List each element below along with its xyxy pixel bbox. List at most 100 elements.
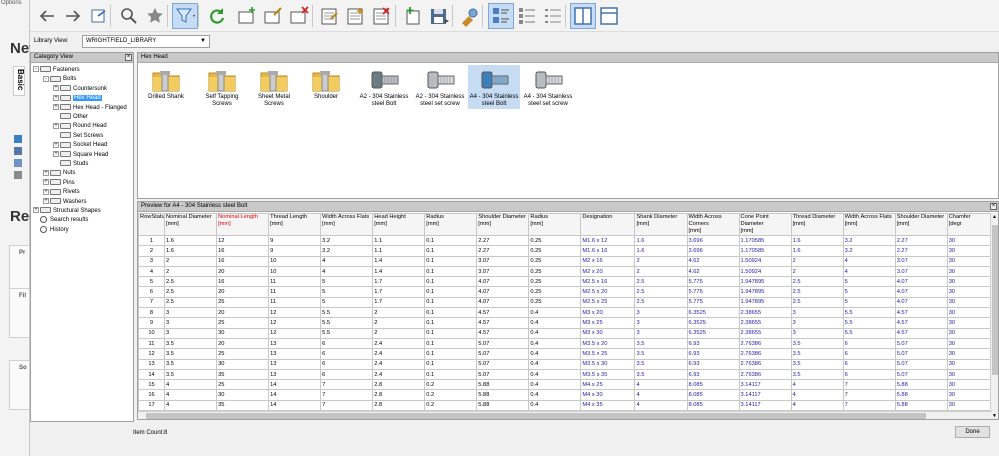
scroll-thumb[interactable] bbox=[146, 413, 926, 419]
table-cell[interactable]: 4.57 bbox=[894, 317, 948, 329]
table-cell[interactable]: 2.5 bbox=[790, 296, 844, 309]
table-cell[interactable]: 4.07 bbox=[476, 296, 530, 309]
table-cell[interactable]: 4 bbox=[164, 379, 218, 391]
table-cell[interactable]: 0.1 bbox=[424, 348, 478, 360]
table-cell[interactable]: 0.2 bbox=[424, 379, 478, 391]
row-status-cell[interactable]: 3 bbox=[138, 255, 166, 267]
table-cell[interactable]: 1.947895 bbox=[738, 276, 792, 288]
table-cell[interactable]: 0.4 bbox=[528, 379, 582, 391]
table-cell[interactable]: 2.76386 bbox=[738, 337, 792, 350]
table-cell[interactable]: 3.2 bbox=[320, 234, 374, 247]
table-cell[interactable]: 7 bbox=[320, 399, 374, 411]
forward-arrow-icon[interactable] bbox=[60, 3, 86, 29]
back-arrow-icon[interactable] bbox=[34, 3, 60, 29]
table-cell[interactable]: 16 bbox=[216, 245, 270, 257]
table-cell[interactable]: 5.88 bbox=[894, 389, 948, 401]
table-cell[interactable]: 1.947895 bbox=[738, 296, 792, 309]
table-cell[interactable]: 2.4 bbox=[372, 337, 426, 350]
row-status-cell[interactable]: 5 bbox=[138, 276, 166, 288]
expand-icon[interactable]: + bbox=[43, 169, 49, 176]
table-cell[interactable]: 0.4 bbox=[528, 368, 582, 381]
table-cell[interactable]: 4.07 bbox=[476, 286, 530, 298]
table-cell[interactable]: 1.50924 bbox=[738, 265, 792, 278]
tree-item[interactable]: Studs bbox=[53, 160, 88, 169]
row-status-cell[interactable]: 7 bbox=[138, 296, 166, 309]
close-icon[interactable]: × bbox=[990, 203, 997, 210]
table-cell[interactable]: 3 bbox=[164, 317, 218, 329]
table-cell[interactable]: 1.6 bbox=[790, 234, 844, 247]
table-cell[interactable]: 5.5 bbox=[320, 327, 374, 339]
table-cell[interactable]: 0.4 bbox=[528, 348, 582, 360]
single-pane-icon[interactable] bbox=[596, 3, 622, 29]
table-cell[interactable]: 6 bbox=[842, 337, 896, 350]
delete-item-icon[interactable] bbox=[368, 3, 394, 29]
table-cell[interactable]: 2 bbox=[790, 265, 844, 278]
table-cell[interactable]: 0.25 bbox=[528, 234, 582, 247]
table-cell[interactable]: 25 bbox=[216, 348, 270, 360]
column-header[interactable]: Radius [mm] bbox=[424, 213, 478, 236]
table-cell[interactable]: 0.25 bbox=[528, 265, 582, 278]
table-cell[interactable]: 8.085 bbox=[686, 399, 740, 411]
edit-category-icon[interactable] bbox=[260, 3, 286, 29]
expand-icon[interactable]: + bbox=[53, 122, 59, 129]
table-cell[interactable]: 3.07 bbox=[476, 265, 530, 278]
table-cell[interactable]: 4 bbox=[320, 255, 374, 267]
table-cell[interactable]: 3.14117 bbox=[738, 399, 792, 411]
table-cell[interactable]: 2 bbox=[790, 255, 844, 267]
table-cell[interactable]: 2.4 bbox=[372, 358, 426, 370]
table-cell[interactable]: 0.2 bbox=[424, 399, 478, 411]
table-row[interactable]: 13 3.5 30 13 6 2.4 0.1 5.07 0.4 M3.5 x 30 3.5 6.93 2… bbox=[138, 358, 992, 370]
table-cell[interactable]: 0.2 bbox=[424, 389, 478, 401]
table-cell[interactable]: 2 bbox=[164, 255, 218, 267]
tree-item[interactable]: + Pins bbox=[43, 179, 75, 188]
table-cell[interactable]: 30 bbox=[946, 265, 992, 278]
table-cell[interactable]: 12 bbox=[268, 307, 322, 319]
table-cell[interactable]: 1.4 bbox=[372, 265, 426, 278]
table-cell[interactable]: 4 bbox=[634, 389, 688, 401]
table-cell[interactable]: 25 bbox=[216, 296, 270, 309]
expand-icon[interactable]: + bbox=[43, 188, 49, 195]
table-cell[interactable]: 1.1 bbox=[372, 234, 426, 247]
expand-icon[interactable]: + bbox=[53, 141, 59, 148]
column-header[interactable]: Chamfer [degr bbox=[946, 213, 992, 236]
table-cell[interactable]: 2 bbox=[372, 327, 426, 339]
table-cell[interactable]: 3.696 bbox=[686, 234, 740, 247]
table-row[interactable]: 9 3 25 12 5.5 2 0.1 4.57 0.4 M3 x 25 3 6.3525 2.3865… bbox=[138, 317, 992, 329]
table-cell[interactable]: 30 bbox=[946, 255, 992, 267]
table-cell[interactable]: 12 bbox=[268, 317, 322, 329]
new-category-icon[interactable] bbox=[234, 3, 260, 29]
table-cell[interactable]: 5 bbox=[320, 276, 374, 288]
row-status-cell[interactable]: 1 bbox=[138, 234, 166, 247]
table-cell[interactable]: 6.93 bbox=[686, 348, 740, 360]
filter-icon[interactable] bbox=[172, 3, 198, 29]
table-cell[interactable]: 11 bbox=[268, 276, 322, 288]
table-cell[interactable]: 5.07 bbox=[476, 368, 530, 381]
thumbnail-item[interactable]: Drilled Shank bbox=[140, 65, 192, 109]
tree-item[interactable]: Set Screws bbox=[53, 132, 103, 141]
table-cell[interactable]: 1.6 bbox=[634, 234, 688, 247]
table-cell[interactable]: 0.1 bbox=[424, 245, 478, 257]
row-status-cell[interactable]: 10 bbox=[138, 327, 166, 339]
table-row[interactable]: 15 4 25 14 7 2.8 0.2 5.88 0.4 M4 x 25 4 8.085 3.1411… bbox=[138, 379, 992, 391]
table-row[interactable]: 16 4 30 14 7 2.8 0.2 5.88 0.4 M4 x 30 4 8.085 3.1411… bbox=[138, 389, 992, 401]
table-cell[interactable]: 4.57 bbox=[476, 327, 530, 339]
table-cell[interactable]: M1.6 x 12 bbox=[580, 234, 636, 247]
table-cell[interactable]: 5.775 bbox=[686, 286, 740, 298]
table-cell[interactable]: 2.5 bbox=[634, 296, 688, 309]
tree-item[interactable]: - Bolts bbox=[43, 75, 76, 84]
table-cell[interactable]: 2.5 bbox=[164, 296, 218, 309]
table-cell[interactable]: 2 bbox=[634, 265, 688, 278]
tree-item[interactable]: + Rivets bbox=[43, 188, 80, 197]
table-cell[interactable]: M4 x 30 bbox=[580, 389, 636, 401]
table-row[interactable]: 5 2.5 16 11 5 1.7 0.1 4.07 0.25 M2.5 x 16 2.5 5.775… bbox=[138, 276, 992, 288]
table-cell[interactable]: 1.6 bbox=[634, 245, 688, 257]
table-cell[interactable]: 3.5 bbox=[164, 358, 218, 370]
table-cell[interactable]: 1.50924 bbox=[738, 255, 792, 267]
column-header[interactable]: Head Height [mm] bbox=[372, 213, 426, 236]
table-cell[interactable]: 1.1 bbox=[372, 245, 426, 257]
row-status-cell[interactable]: 4 bbox=[138, 265, 166, 278]
table-cell[interactable]: 3 bbox=[634, 307, 688, 319]
table-cell[interactable]: 5.5 bbox=[320, 307, 374, 319]
table-cell[interactable]: 4 bbox=[842, 265, 896, 278]
table-cell[interactable]: 30 bbox=[946, 348, 992, 360]
